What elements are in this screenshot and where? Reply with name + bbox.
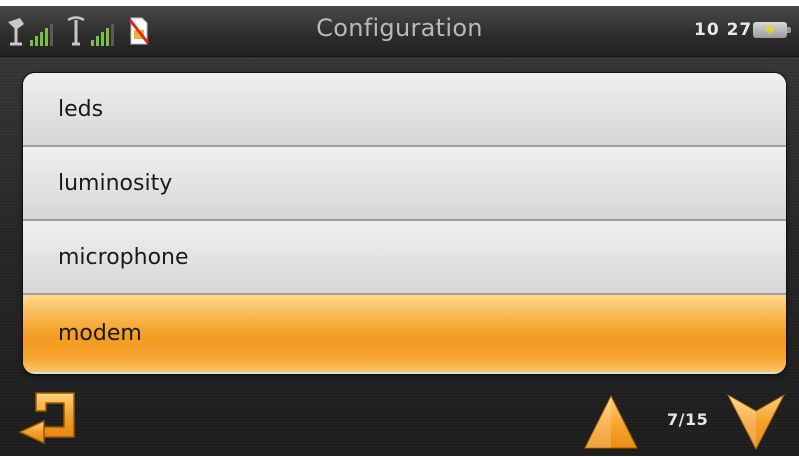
status-bar: Configuration 10 27 [0,6,799,57]
arrow-up-icon [584,394,638,449]
scroll-up-button[interactable] [583,394,639,450]
list-item-luminosity[interactable]: luminosity [23,147,786,221]
list-item-label: modem [58,321,142,346]
arrow-down-icon [726,393,786,451]
battery-charging-icon [753,22,791,38]
clock: 10 27 [694,20,752,40]
device-screen: Configuration 10 27 leds luminosity micr… [0,6,799,456]
clock-minute: 27 [726,20,753,40]
page-indicator: 7/15 [667,410,709,429]
screen-title: Configuration [316,14,483,42]
list-item-leds[interactable]: leds [23,73,786,147]
back-button[interactable] [14,387,80,453]
list-item-modem[interactable]: modem [23,295,786,372]
scroll-down-button[interactable] [726,391,786,451]
clock-hour: 10 [694,20,720,40]
list-item-label: luminosity [58,170,173,196]
back-arrow-icon [18,392,75,445]
configuration-list: leds luminosity microphone modem [23,73,786,374]
list-item-label: leds [58,96,104,122]
list-item-microphone[interactable]: microphone [23,221,786,295]
list-item-label: microphone [58,244,189,270]
